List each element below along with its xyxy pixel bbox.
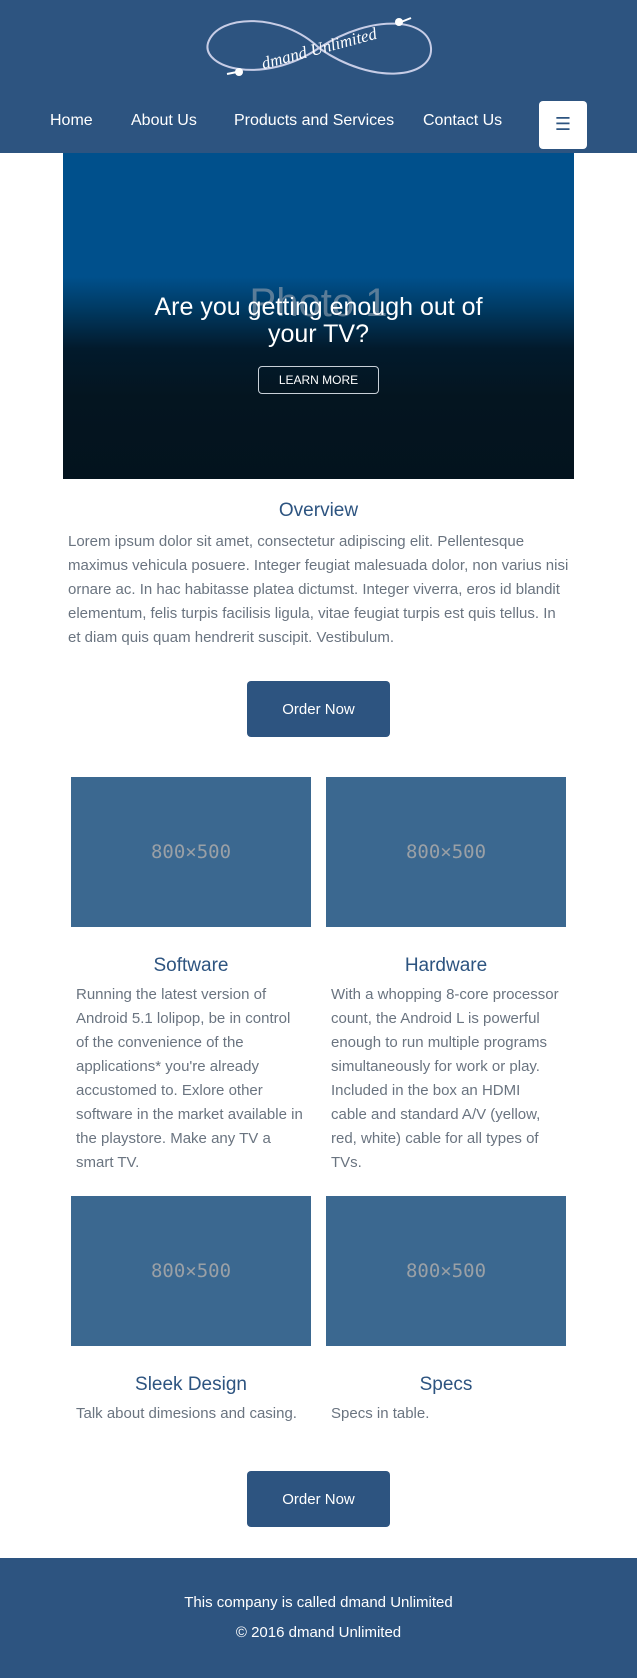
hero-carousel: Photo 1 Are you getting enough out of yo… [63, 153, 574, 479]
hardware-image: 800×500 [326, 777, 566, 927]
logo-infinity-icon: dmand Unlimited [206, 17, 433, 76]
nav-about-us[interactable]: About Us [131, 112, 197, 130]
footer-company-line: This company is called dmand Unlimited [184, 1594, 453, 1611]
menu-toggle-button[interactable]: ☰ [539, 101, 587, 149]
overview-title: Overview [278, 500, 359, 521]
overview-text: Lorem ipsum dolor sit amet, consectetur … [68, 533, 569, 646]
logo[interactable]: dmand Unlimited [203, 8, 435, 88]
software-image: 800×500 [71, 777, 311, 927]
sleek-design-text: Talk about dimesions and casing. [76, 1405, 297, 1422]
hamburger-icon: ☰ [554, 114, 572, 135]
sleek-design-title: Sleek Design [135, 1374, 247, 1395]
specs-title: Specs [419, 1374, 473, 1395]
software-text: Running the latest version of Android 5.… [76, 986, 303, 1171]
hardware-title: Hardware [404, 955, 488, 976]
site-footer: This company is called dmand Unlimited ©… [0, 1558, 637, 1678]
hero-heading: Are you getting enough out of your TV? [154, 293, 483, 348]
learn-more-button[interactable]: LEARN MORE [258, 366, 379, 394]
footer-copyright: © 2016 dmand Unlimited [235, 1624, 402, 1641]
order-now-button-top[interactable]: Order Now [247, 681, 390, 737]
sleek-design-image: 800×500 [71, 1196, 311, 1346]
site-header: dmand Unlimited Home About Us Products a… [0, 0, 637, 153]
specs-text: Specs in table. [331, 1405, 430, 1422]
nav-products-and-services[interactable]: Products and Services [234, 112, 394, 130]
nav-home[interactable]: Home [50, 112, 93, 130]
order-now-button-bottom[interactable]: Order Now [247, 1471, 390, 1527]
hardware-text: With a whopping 8-core processor count, … [331, 986, 559, 1171]
specs-image: 800×500 [326, 1196, 566, 1346]
software-title: Software [153, 955, 229, 976]
nav-contact-us[interactable]: Contact Us [423, 112, 502, 130]
logo-text: dmand Unlimited [259, 24, 379, 73]
